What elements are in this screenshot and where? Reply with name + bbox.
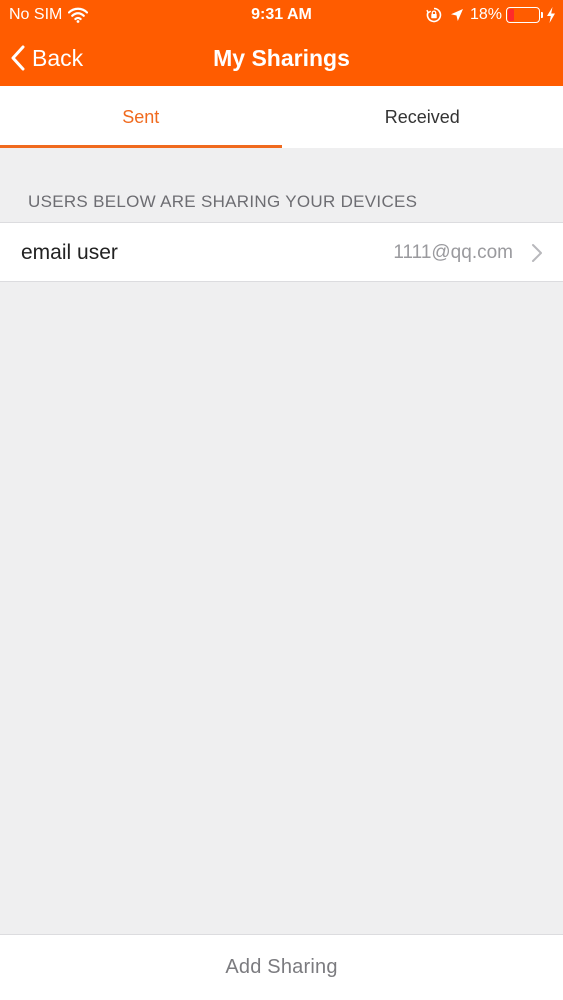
status-bar: No SIM 9:31 AM 18%: [0, 0, 563, 30]
add-sharing-button[interactable]: Add Sharing: [0, 934, 563, 1000]
list-item[interactable]: email user 1111@qq.com: [0, 223, 563, 281]
location-icon: [450, 9, 463, 21]
bolt-icon: [547, 7, 555, 23]
tab-bar: Sent Received: [0, 86, 563, 148]
tab-sent[interactable]: Sent: [0, 86, 282, 148]
header: No SIM 9:31 AM 18% Back My Sharings: [0, 0, 563, 86]
battery-level-fill: [508, 9, 514, 21]
lock-rotation-icon: [426, 7, 442, 23]
shared-users-list: email user 1111@qq.com: [0, 222, 563, 282]
nav-bar: Back My Sharings: [0, 30, 563, 86]
status-right: 18%: [426, 5, 556, 25]
section-header: USERS BELOW ARE SHARING YOUR DEVICES: [28, 192, 418, 211]
screen: No SIM 9:31 AM 18% Back My Sharings Sent…: [0, 0, 563, 1000]
add-sharing-label: Add Sharing: [225, 956, 338, 978]
tab-received[interactable]: Received: [282, 86, 563, 148]
user-email: 1111@qq.com: [393, 242, 513, 263]
page-title: My Sharings: [213, 45, 350, 71]
battery-percent: 18%: [469, 6, 502, 23]
user-name: email user: [21, 241, 118, 264]
battery-icon: [506, 7, 543, 23]
chevron-right-icon: [532, 244, 542, 262]
